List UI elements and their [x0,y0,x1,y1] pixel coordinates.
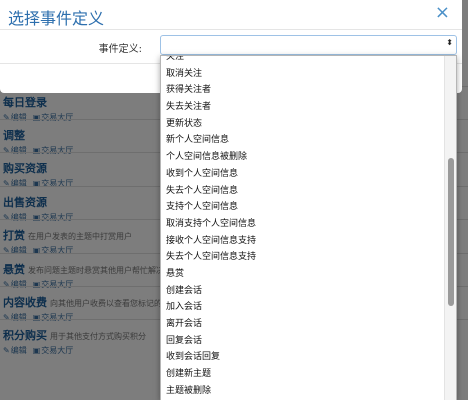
dropdown-option[interactable]: 支持个人空间信息 [161,199,444,216]
dropdown-option[interactable]: 收到会话回复 [161,349,444,366]
close-icon[interactable]: × [435,4,450,22]
dropdown-option[interactable]: 获得关注者 [161,82,444,99]
dropdown-option[interactable]: 回复会话 [161,333,444,350]
modal-header: 选择事件定义 × [0,0,462,30]
event-definition-select[interactable]: ⬍ [160,35,457,55]
modal-title: 选择事件定义 [8,9,105,28]
dropdown-option[interactable]: 创建会话 [161,283,444,300]
dropdown-options: 关注 取消关注 获得关注者 失去关注者 更新状态 新个人空间信息 个人空间信息被删除 收到个人… [161,56,444,400]
dropdown-option[interactable]: 收到个人空间信息 [161,166,444,183]
dropdown-option[interactable]: 关注 [161,56,444,66]
dropdown-option[interactable]: 新个人空间信息 [161,132,444,149]
dropdown-option[interactable]: 加入会话 [161,299,444,316]
event-definition-dropdown: 关注 取消关注 获得关注者 失去关注者 更新状态 新个人空间信息 个人空间信息被删除 收到个人… [160,55,457,400]
dropdown-option[interactable]: 取消支持个人空间信息 [161,216,444,233]
dropdown-option[interactable]: 个人空间信息被删除 [161,149,444,166]
dropdown-option[interactable]: 更新状态 [161,116,444,133]
dropdown-option[interactable]: 离开会话 [161,316,444,333]
dropdown-option[interactable]: 失去个人空间信息 [161,183,444,200]
dropdown-option[interactable]: 创建新主题 [161,366,444,383]
dropdown-scrollbar[interactable] [444,56,456,400]
select-arrows-icon: ⬍ [446,38,453,47]
dropdown-option[interactable]: 失去个人空间信息支持 [161,249,444,266]
dropdown-option[interactable]: 主题被删除 [161,383,444,400]
scrollbar-thumb[interactable] [448,158,454,306]
dropdown-option[interactable]: 接收个人空间信息支持 [161,233,444,250]
dropdown-option[interactable]: 悬赏 [161,266,444,283]
event-definition-label: 事件定义: [98,44,142,55]
dropdown-option[interactable]: 失去关注者 [161,99,444,116]
dropdown-option[interactable]: 取消关注 [161,66,444,83]
